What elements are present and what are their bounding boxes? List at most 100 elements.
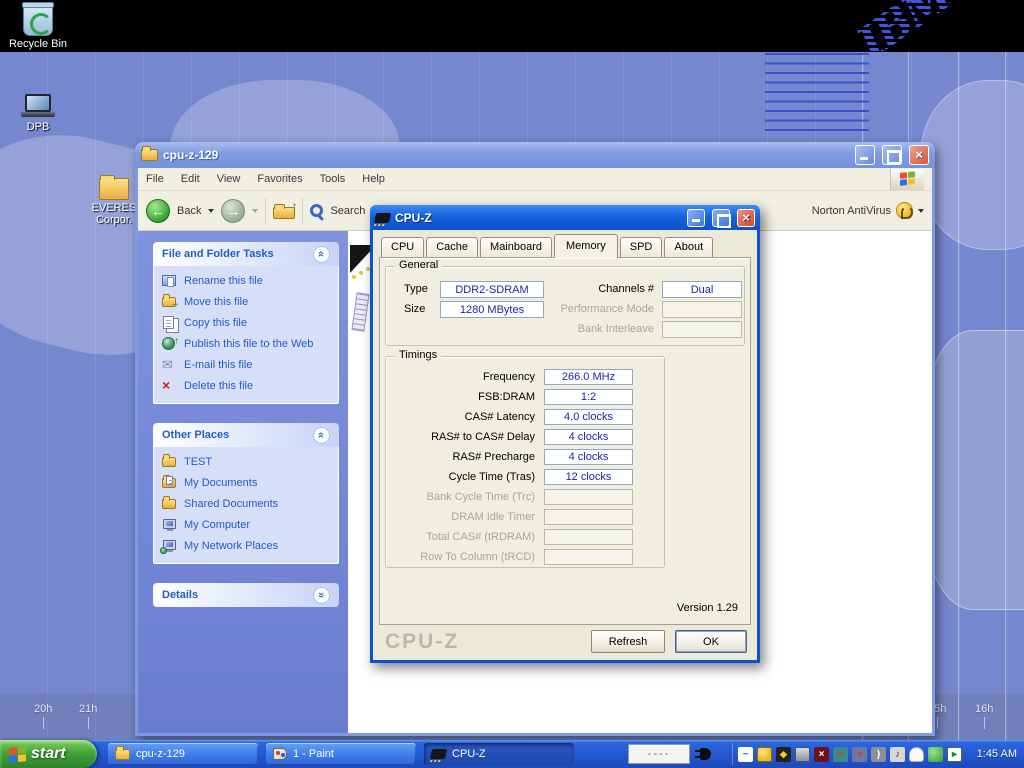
desktop-icon-recycle-bin[interactable]: Recycle Bin xyxy=(6,4,70,50)
timing-value xyxy=(544,489,633,505)
task-move-file[interactable]: → Move this file xyxy=(162,295,334,309)
timing-label: CAS# Latency xyxy=(392,411,544,423)
other-places-body: TEST My Documents Shared Documents xyxy=(153,447,339,564)
place-my-computer[interactable]: My Computer xyxy=(162,518,334,532)
refresh-button[interactable]: Refresh xyxy=(591,630,665,653)
publish-web-icon: ↑ xyxy=(162,337,177,351)
cpuz-window: CPU-Z × CPU Cache Mainboard Memory SPD A… xyxy=(370,205,760,663)
taskbar-button-explorer[interactable]: cpu-z-129 xyxy=(108,743,258,765)
task-publish-file[interactable]: ↑ Publish this file to the Web xyxy=(162,337,334,351)
cpuz-file-icon-pins xyxy=(352,275,356,279)
task-delete-file[interactable]: × Delete this file xyxy=(162,379,334,393)
my-network-icon xyxy=(162,539,177,553)
timing-row: DRAM Idle Timer xyxy=(392,509,658,525)
tab-memory[interactable]: Memory xyxy=(554,234,618,258)
minimize-button[interactable] xyxy=(855,145,875,165)
task-pane: File and Folder Tasks » Rename this file… xyxy=(138,231,348,733)
taskbar-clock[interactable]: 1:45 AM xyxy=(977,740,1017,768)
taskbar-button-cpuz[interactable]: CPU-Z xyxy=(424,743,574,765)
tray-computer-offline-icon[interactable]: × xyxy=(852,747,867,762)
norton-dropdown-icon xyxy=(918,209,924,213)
timing-label: RAS# Precharge xyxy=(392,451,544,463)
search-icon[interactable] xyxy=(310,204,323,217)
minimize-button[interactable] xyxy=(687,209,705,227)
maximize-button[interactable] xyxy=(712,209,730,227)
menu-favorites[interactable]: Favorites xyxy=(257,173,302,185)
place-my-network[interactable]: My Network Places xyxy=(162,539,334,553)
back-label[interactable]: Back xyxy=(177,205,201,217)
desktop-icon-dpb[interactable]: DPB xyxy=(6,94,70,133)
performance-mode-label: Performance Mode xyxy=(526,301,654,318)
timing-row: RAS# Precharge 4 clocks xyxy=(392,449,658,465)
menu-help[interactable]: Help xyxy=(362,173,385,185)
tab-cache[interactable]: Cache xyxy=(426,237,478,257)
chip-icon xyxy=(374,213,391,223)
tab-about[interactable]: About xyxy=(664,237,713,257)
details-panel: Details » xyxy=(153,583,339,607)
file-icon[interactable] xyxy=(351,292,369,331)
task-copy-file[interactable]: Copy this file xyxy=(162,316,334,330)
menu-view[interactable]: View xyxy=(217,173,241,185)
menu-tools[interactable]: Tools xyxy=(320,173,346,185)
tray-remote-audio-icon[interactable]: ) xyxy=(871,747,886,762)
maximize-button[interactable] xyxy=(882,145,902,165)
taskbar-button-paint[interactable]: 1 - Paint xyxy=(266,743,416,765)
tray-wave-icon[interactable]: ~ xyxy=(738,747,753,762)
timing-label: Cycle Time (Tras) xyxy=(392,471,544,483)
up-folder-icon[interactable]: ↑ xyxy=(273,203,295,219)
tray-network-icon[interactable] xyxy=(795,747,810,762)
task-email-file[interactable]: ✉ E-mail this file xyxy=(162,358,334,372)
timing-value xyxy=(544,509,633,525)
memory-tab-page: General Type DDR2-SDRAM Size 1280 MBytes… xyxy=(379,257,751,625)
start-button[interactable]: start xyxy=(0,740,97,768)
tray-volume-icon[interactable]: ♪ xyxy=(890,747,905,762)
forward-dropdown-icon[interactable] xyxy=(252,209,258,213)
tray-users-offline-icon[interactable]: × xyxy=(833,747,848,762)
timing-value: 266.0 MHz xyxy=(544,369,633,385)
back-icon[interactable]: ← xyxy=(146,199,170,223)
recycle-bin-icon xyxy=(23,4,53,36)
ac-plug-icon[interactable] xyxy=(700,748,711,760)
forward-icon[interactable]: → xyxy=(221,199,245,223)
timezone-label: 21h xyxy=(79,703,97,715)
close-button[interactable]: × xyxy=(737,209,755,227)
search-label[interactable]: Search xyxy=(330,205,365,217)
timing-row: RAS# to CAS# Delay 4 clocks xyxy=(392,429,658,445)
norton-label: Norton AntiVirus xyxy=(812,205,891,217)
channels-label: Channels # xyxy=(554,281,654,298)
place-shared-documents[interactable]: Shared Documents xyxy=(162,497,334,511)
explorer-titlebar[interactable]: cpu-z-129 × xyxy=(135,142,935,168)
cpuz-titlebar[interactable]: CPU-Z × xyxy=(370,205,760,230)
tray-blocked-icon[interactable]: × xyxy=(814,747,829,762)
tab-spd[interactable]: SPD xyxy=(620,237,663,257)
norton-antivirus-button[interactable]: Norton AntiVirus xyxy=(812,202,924,219)
timezone-label: 20h xyxy=(34,703,52,715)
menu-edit[interactable]: Edit xyxy=(181,173,200,185)
details-header[interactable]: Details » xyxy=(153,583,339,607)
menu-file[interactable]: File xyxy=(146,173,164,185)
chevron-down-icon[interactable]: » xyxy=(313,587,330,604)
tray-norton-icon[interactable] xyxy=(757,747,772,762)
other-places-header[interactable]: Other Places » xyxy=(153,423,339,447)
tray-capture-icon[interactable]: ▸ xyxy=(947,747,962,762)
battery-meter[interactable]: ---- xyxy=(628,744,690,764)
channels-value: Dual xyxy=(662,281,742,298)
version-text: Version 1.29 xyxy=(677,602,738,614)
file-tasks-header[interactable]: File and Folder Tasks » xyxy=(153,242,339,266)
task-rename-file[interactable]: Rename this file xyxy=(162,274,334,288)
close-button[interactable]: × xyxy=(909,145,929,165)
place-test[interactable]: TEST xyxy=(162,455,334,469)
timing-row: Cycle Time (Tras) 12 clocks xyxy=(392,469,658,485)
tab-cpu[interactable]: CPU xyxy=(381,237,424,257)
tray-ghost-icon[interactable] xyxy=(909,747,924,762)
back-dropdown-icon[interactable] xyxy=(208,209,214,213)
desktop-icon-label: DPB xyxy=(6,121,70,133)
laptop-icon xyxy=(25,94,51,112)
ok-button[interactable]: OK xyxy=(675,630,747,653)
tray-diamond-icon[interactable]: ◆ xyxy=(776,747,791,762)
chevron-up-icon[interactable]: » xyxy=(313,427,330,444)
chevron-up-icon[interactable]: » xyxy=(313,246,330,263)
place-my-documents[interactable]: My Documents xyxy=(162,476,334,490)
tray-sprout-icon[interactable] xyxy=(928,747,943,762)
tab-mainboard[interactable]: Mainboard xyxy=(480,237,552,257)
